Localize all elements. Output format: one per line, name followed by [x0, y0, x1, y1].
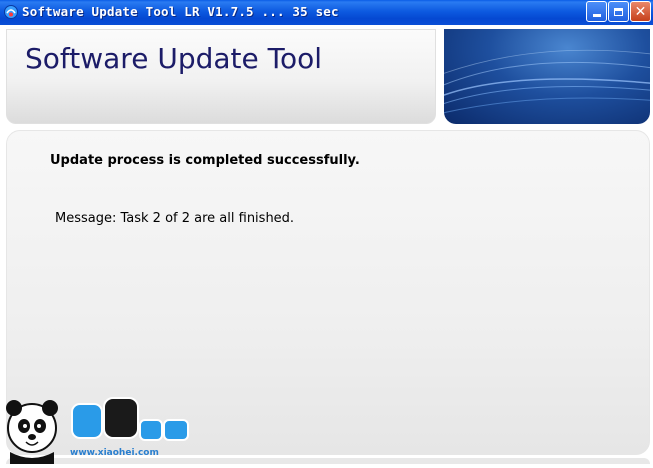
watermark-url: www.xiaohei.com: [70, 448, 159, 458]
window-title: Software Update Tool LR V1.7.5 ... 35 se…: [22, 4, 339, 19]
minimize-button[interactable]: [586, 1, 607, 22]
watermark-logo: www.xiaohei.com: [0, 392, 200, 464]
title-bar[interactable]: Software Update Tool LR V1.7.5 ... 35 se…: [0, 0, 653, 25]
app-icon[interactable]: [3, 4, 19, 20]
status-message: Update process is completed successfully…: [50, 153, 360, 168]
task-message: Message: Task 2 of 2 are all finished.: [55, 211, 295, 226]
close-button[interactable]: ✕: [630, 1, 651, 22]
header-panel: Software Update Tool: [6, 29, 436, 124]
maximize-button[interactable]: [608, 1, 629, 22]
page-title: Software Update Tool: [25, 42, 323, 75]
maximize-icon: [614, 7, 623, 16]
close-icon: ✕: [634, 3, 647, 20]
header-banner: [444, 29, 650, 124]
minimize-icon: [592, 14, 601, 17]
